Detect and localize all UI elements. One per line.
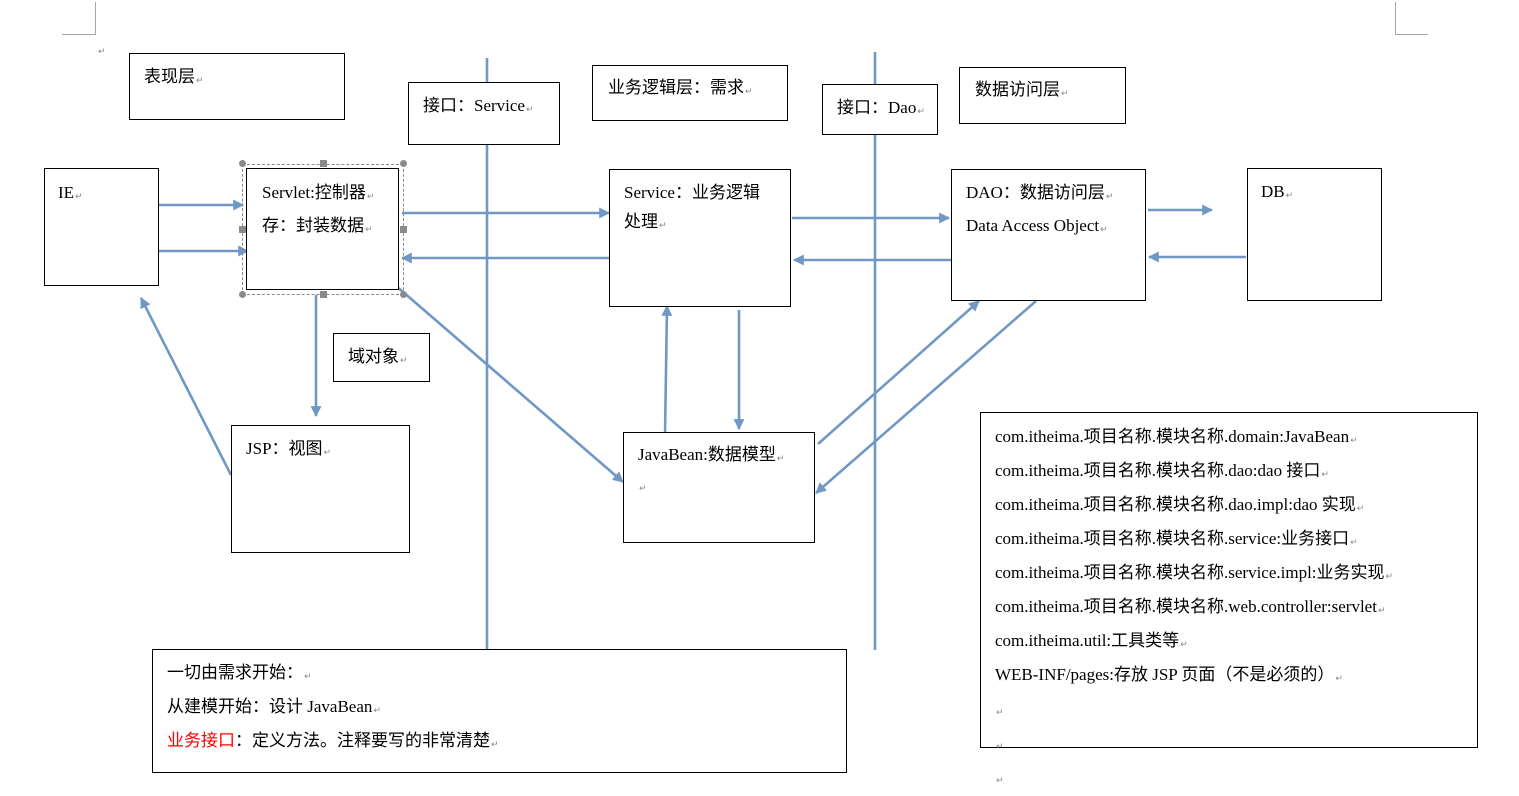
resize-handle-top-right[interactable] bbox=[400, 160, 407, 167]
package-line: com.itheima.项目名称.模块名称.service.impl:业务实现 bbox=[995, 558, 1393, 592]
empty-paragraph bbox=[995, 694, 1393, 728]
ie-label: IE bbox=[58, 183, 75, 202]
resize-handle-bottom[interactable] bbox=[320, 291, 327, 298]
business-interface-highlight: 业务接口 bbox=[167, 731, 235, 750]
service-line2: 处理 bbox=[624, 212, 658, 231]
servlet-line2: 存：封装数据 bbox=[262, 216, 364, 235]
servlet-line1: Servlet:控制器 bbox=[262, 183, 366, 202]
data-access-layer-text: 数据访问层 bbox=[975, 80, 1060, 99]
dao-interface-label: 接口：Dao bbox=[822, 84, 938, 135]
business-logic-layer-text: 业务逻辑层：需求 bbox=[608, 78, 744, 97]
package-line: WEB-INF/pages:存放 JSP 页面（不是必须的） bbox=[995, 660, 1393, 694]
package-line: com.itheima.项目名称.模块名称.domain:JavaBean bbox=[995, 422, 1393, 456]
service-node[interactable]: Service：业务逻辑 处理 bbox=[609, 169, 791, 307]
arrow-jsp-to-ie bbox=[139, 297, 233, 476]
dao-node[interactable]: DAO：数据访问层 Data Access Object bbox=[951, 169, 1146, 301]
service-interface-label: 接口：Service bbox=[408, 82, 560, 145]
paragraph-mark bbox=[1061, 89, 1069, 99]
servlet-node[interactable]: Servlet:控制器 存：封装数据 bbox=[246, 168, 399, 290]
paragraph-mark bbox=[659, 221, 667, 231]
service-interface-text: 接口：Service bbox=[423, 96, 525, 115]
dao-interface-text: 接口：Dao bbox=[837, 98, 917, 117]
paragraph-mark bbox=[365, 225, 373, 235]
resize-handle-top[interactable] bbox=[320, 160, 327, 167]
presentation-layer-label: 表现层 bbox=[129, 53, 345, 120]
resize-handle-left[interactable] bbox=[239, 226, 246, 233]
paragraph-mark bbox=[324, 448, 332, 458]
arrow-javabean-to-service bbox=[661, 304, 673, 436]
data-access-layer-label: 数据访问层 bbox=[959, 67, 1126, 124]
resize-handle-right[interactable] bbox=[400, 226, 407, 233]
package-line: com.itheima.util:工具类等 bbox=[995, 626, 1393, 660]
javabean-node[interactable]: JavaBean:数据模型 bbox=[623, 432, 815, 543]
package-structure-box: com.itheima.项目名称.模块名称.domain:JavaBean co… bbox=[980, 412, 1478, 786]
db-label: DB bbox=[1261, 182, 1285, 201]
paragraph-mark bbox=[1106, 192, 1114, 202]
empty-paragraph bbox=[995, 728, 1393, 762]
paragraph-mark bbox=[1100, 225, 1108, 235]
paragraph-mark bbox=[400, 356, 408, 366]
presentation-layer-text: 表现层 bbox=[144, 67, 195, 86]
paragraph-mark bbox=[639, 484, 647, 494]
jsp-label: JSP：视图 bbox=[246, 439, 323, 458]
domain-object-text: 域对象 bbox=[348, 347, 399, 366]
business-logic-layer-label: 业务逻辑层：需求 bbox=[592, 65, 788, 121]
dao-line1: DAO：数据访问层 bbox=[966, 183, 1105, 202]
domain-object-label: 域对象 bbox=[333, 333, 430, 382]
paragraph-mark bbox=[75, 192, 83, 202]
arrow-servlet-to-javabean bbox=[394, 284, 624, 483]
package-line: com.itheima.项目名称.模块名称.dao:dao 接口 bbox=[995, 456, 1393, 490]
note-line-3: 业务接口：定义方法。注释要写的非常清楚 bbox=[167, 726, 499, 760]
paragraph-mark bbox=[196, 76, 204, 86]
javabean-label: JavaBean:数据模型 bbox=[638, 445, 776, 464]
resize-handle-bottom-right[interactable] bbox=[400, 291, 407, 298]
package-line: com.itheima.项目名称.模块名称.dao.impl:dao 实现 bbox=[995, 490, 1393, 524]
note-line-2: 从建模开始：设计 JavaBean bbox=[167, 692, 499, 726]
db-node[interactable]: DB bbox=[1247, 168, 1382, 301]
paragraph-mark bbox=[367, 192, 375, 202]
jsp-node[interactable]: JSP：视图 bbox=[231, 425, 410, 553]
resize-handle-top-left[interactable] bbox=[239, 160, 246, 167]
paragraph-mark bbox=[526, 105, 534, 115]
resize-handle-bottom-left[interactable] bbox=[239, 291, 246, 298]
note-line-1: 一切由需求开始： bbox=[167, 658, 499, 692]
package-line: com.itheima.项目名称.模块名称.web.controller:ser… bbox=[995, 592, 1393, 626]
dao-line2: Data Access Object bbox=[966, 216, 1100, 235]
paragraph-mark bbox=[745, 87, 753, 97]
package-line: com.itheima.项目名称.模块名称.service:业务接口 bbox=[995, 524, 1393, 558]
paragraph-mark bbox=[917, 107, 925, 117]
notes-box: 一切由需求开始： 从建模开始：设计 JavaBean 业务接口：定义方法。注释要… bbox=[152, 649, 847, 773]
paragraph-mark bbox=[1286, 191, 1294, 201]
ie-node[interactable]: IE bbox=[44, 168, 159, 286]
paragraph-mark bbox=[777, 454, 785, 464]
empty-paragraph bbox=[995, 762, 1393, 796]
service-line1: Service：业务逻辑 bbox=[624, 183, 760, 202]
